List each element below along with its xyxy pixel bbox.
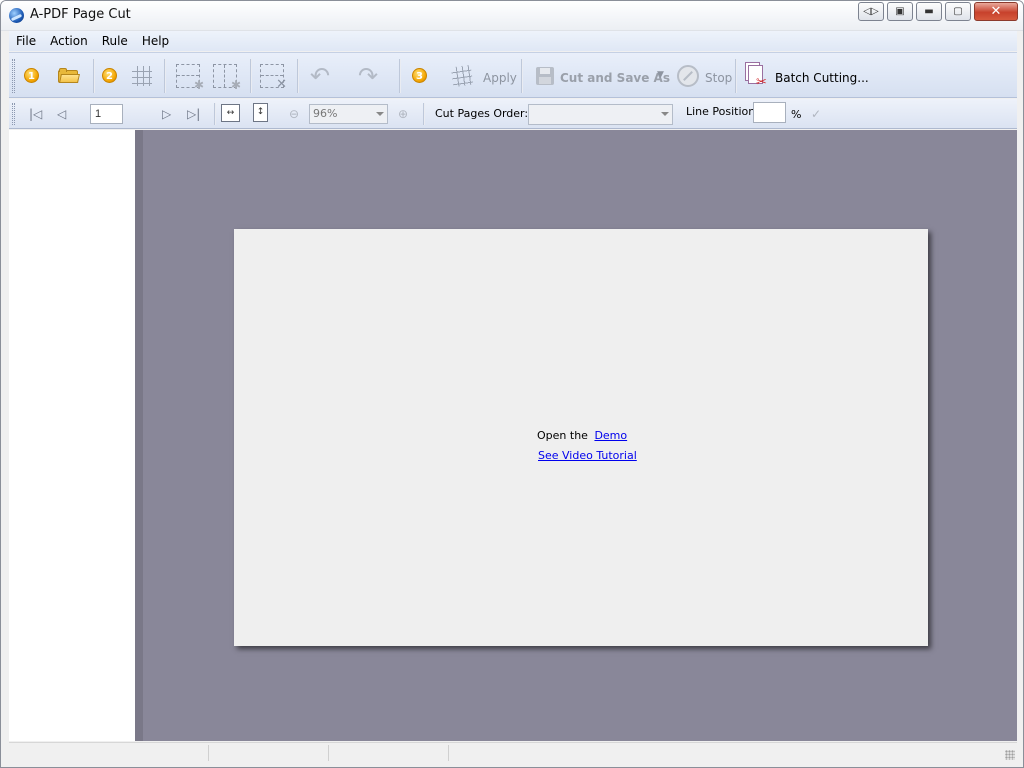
delete-split-icon[interactable]: ✕ (260, 64, 287, 92)
page-number-input[interactable] (90, 104, 123, 124)
status-cell (9, 745, 209, 761)
toolbar-separator (250, 59, 252, 93)
document-view: Open the Demo See Video Tutorial (135, 130, 1017, 741)
line-position-label: Line Position: (686, 105, 759, 118)
pin-icon[interactable]: ▣ (887, 2, 913, 21)
toolbar-separator (297, 59, 299, 93)
pane-splitter[interactable] (135, 130, 143, 741)
maximize-button[interactable]: ▢ (945, 2, 971, 21)
toolbar-grip[interactable] (12, 59, 15, 93)
previous-page-icon[interactable]: ◁ (57, 107, 66, 121)
menu-file[interactable]: File (9, 34, 43, 48)
percent-label: % (791, 108, 802, 121)
redo-icon[interactable]: ↷ (358, 64, 378, 88)
open-demo-text: Open the Demo (537, 429, 627, 442)
first-page-icon[interactable]: |◁ (29, 107, 42, 121)
zoom-select[interactable]: 96% (309, 104, 388, 124)
next-page-icon[interactable]: ▷ (162, 107, 171, 121)
apply-button[interactable]: Apply (483, 71, 517, 85)
thumbnail-pane (9, 130, 135, 741)
fit-height-icon[interactable]: ↕ (253, 103, 268, 122)
open-prefix: Open the (537, 429, 588, 442)
navigation-toolbar: |◁ ◁ ▷ ▷| ↔ ↕ ⊖ 96% ⊕ Cut Pages Order: L… (9, 99, 1017, 129)
undo-icon[interactable]: ↶ (310, 64, 330, 88)
menu-help[interactable]: Help (135, 34, 176, 48)
toolbar-separator (214, 103, 216, 125)
restore-layout-icon[interactable]: ◁▷ (858, 2, 884, 21)
menu-action[interactable]: Action (43, 34, 95, 48)
close-button[interactable]: ✕ (974, 2, 1018, 21)
check-icon[interactable]: ✓ (811, 107, 821, 121)
last-page-icon[interactable]: ▷| (187, 107, 200, 121)
step-2-icon: 2 (102, 68, 117, 83)
toolbar-separator (423, 103, 425, 125)
window-title: A-PDF Page Cut (30, 7, 131, 22)
main-toolbar: 1 2 ✱ ✱ ✕ ↶ ↷ 3 Apply Cut and Save As ▼ … (9, 52, 1017, 98)
menu-bar: File Action Rule Help (9, 31, 1017, 51)
status-cell (209, 745, 329, 761)
folder-open-icon[interactable] (58, 68, 80, 83)
blank-page: Open the Demo See Video Tutorial (234, 229, 928, 646)
step-1-icon: 1 (24, 68, 39, 83)
apply-grid-icon[interactable] (450, 64, 474, 88)
cut-save-dropdown-icon[interactable]: ▼ (657, 70, 664, 80)
toolbar-separator (399, 59, 401, 93)
fit-width-icon[interactable]: ↔ (221, 104, 240, 122)
zoom-value: 96% (313, 107, 338, 120)
toolbar-separator (521, 59, 523, 93)
toolbar-separator (93, 59, 95, 93)
batch-cut-icon: ✂ (745, 62, 769, 90)
demo-link[interactable]: Demo (594, 429, 627, 442)
horizontal-split-icon[interactable]: ✱ (176, 64, 204, 92)
chevron-down-icon (376, 112, 384, 116)
toolbar-separator (735, 59, 737, 93)
title-bar: A-PDF Page Cut ◁▷ ▣ ▬ ▢ ✕ (1, 1, 1023, 31)
app-globe-icon (9, 8, 24, 23)
vertical-split-icon[interactable]: ✱ (213, 64, 241, 92)
minimize-button[interactable]: ▬ (916, 2, 942, 21)
video-tutorial-link[interactable]: See Video Tutorial (538, 449, 637, 462)
stop-button[interactable]: Stop (705, 71, 732, 85)
resize-grip-icon[interactable] (1005, 750, 1015, 760)
status-cell (329, 745, 449, 761)
window-controls: ◁▷ ▣ ▬ ▢ ✕ (858, 2, 1018, 22)
batch-cutting-button[interactable]: Batch Cutting... (775, 71, 869, 85)
step-3-icon: 3 (412, 68, 427, 83)
grid-icon[interactable] (132, 66, 152, 86)
cut-save-as-button[interactable]: Cut and Save As (560, 71, 670, 85)
disk-icon (536, 67, 554, 85)
line-position-input[interactable] (753, 102, 786, 123)
cut-pages-order-label: Cut Pages Order: (435, 107, 529, 120)
chevron-down-icon (661, 112, 669, 116)
app-window: A-PDF Page Cut ◁▷ ▣ ▬ ▢ ✕ File Action Ru… (0, 0, 1024, 768)
toolbar-separator (164, 59, 166, 93)
toolbar-grip[interactable] (12, 103, 15, 125)
status-bar (9, 742, 1017, 762)
zoom-in-icon[interactable]: ⊕ (398, 107, 408, 121)
stop-icon (677, 65, 699, 87)
zoom-out-icon[interactable]: ⊖ (289, 107, 299, 121)
menu-rule[interactable]: Rule (95, 34, 135, 48)
cut-pages-order-select[interactable] (528, 104, 673, 125)
